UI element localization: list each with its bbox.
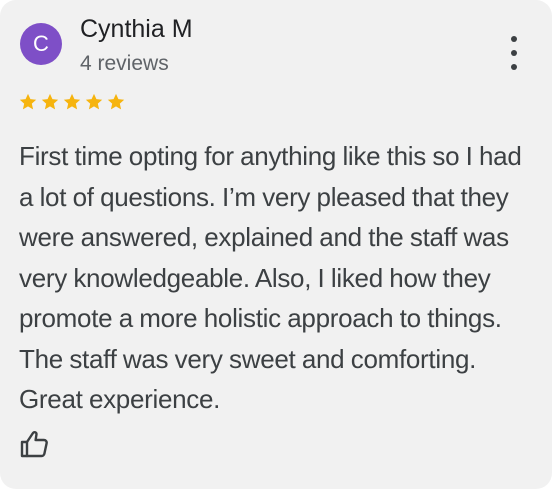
more-options-button[interactable]	[500, 36, 528, 70]
star-icon	[41, 93, 59, 110]
star-rating	[18, 92, 126, 112]
thumbs-up-icon	[20, 431, 48, 458]
star-icon	[85, 93, 103, 110]
review-count: 4 reviews	[80, 52, 169, 75]
review-card: C Cynthia M 4 reviews First time opting …	[0, 0, 552, 489]
avatar[interactable]: C	[20, 23, 62, 65]
review-text: First time opting for anything like this…	[19, 141, 522, 414]
more-vert-icon	[511, 36, 517, 42]
reviewer-name[interactable]: Cynthia M	[80, 12, 193, 46]
star-icon	[63, 93, 81, 110]
star-icon	[107, 93, 125, 110]
star-icon	[19, 93, 37, 110]
like-button[interactable]	[18, 428, 50, 460]
